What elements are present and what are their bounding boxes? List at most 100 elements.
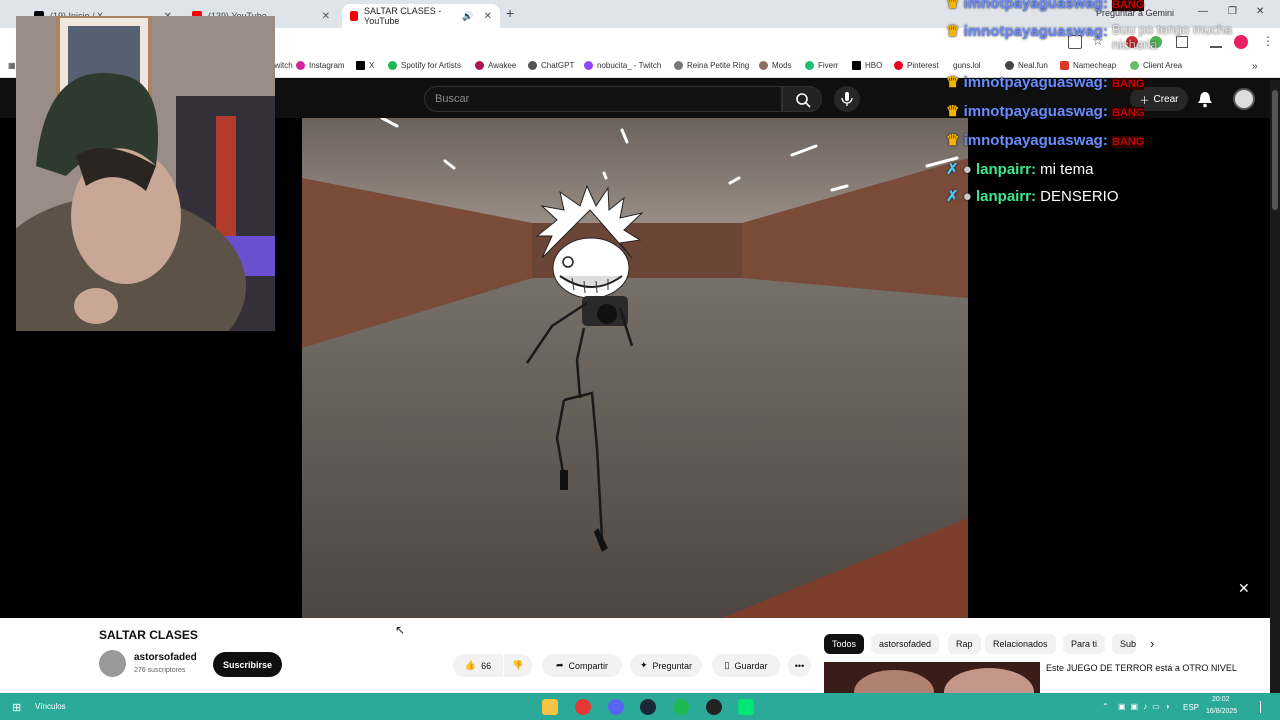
close-window-icon[interactable]: ✕	[1256, 6, 1264, 17]
bookmark-nobucita-twitch[interactable]: nobucita_ - Twitch	[584, 61, 661, 70]
chrome-icon[interactable]	[575, 699, 591, 715]
game-scene	[302, 118, 968, 618]
search-button[interactable]	[782, 86, 822, 112]
fiverr-icon	[805, 61, 814, 70]
chip-astorsofaded[interactable]: astorsofaded	[871, 634, 940, 654]
language-indicator[interactable]: ESP	[1183, 703, 1199, 712]
tray-icons[interactable]: ▣▣♪▭◑	[1118, 702, 1175, 711]
bookmark-instagram[interactable]: Instagram	[296, 61, 345, 70]
share-button[interactable]: ➦ Compartir	[542, 654, 622, 677]
recommended-title[interactable]: Este JUEGO DE TERROR está a OTRO NIVEL	[1046, 662, 1246, 675]
bookmark-pinterest[interactable]: Pinterest	[894, 61, 939, 70]
save-button[interactable]: ▯ Guardar	[712, 654, 780, 677]
chip-para-ti[interactable]: Para ti	[1063, 634, 1106, 654]
bookmark-x[interactable]: X	[356, 61, 374, 70]
clock-time[interactable]: 20:02	[1212, 696, 1230, 703]
bang-emote: BANG	[1112, 0, 1145, 11]
search-icon	[796, 93, 811, 108]
sparkle-icon: ✦	[639, 660, 648, 670]
chat-message: ♛ imnotpayaguaswag: BANG	[946, 74, 1145, 91]
create-label: Crear	[1153, 93, 1179, 105]
account-avatar[interactable]	[1233, 88, 1255, 110]
tray-chevron-icon[interactable]: ⌃	[1102, 702, 1109, 711]
instagram-icon	[296, 61, 305, 70]
subscriber-count: 276 suscriptores	[134, 667, 186, 674]
bookmark-neal-fun[interactable]: Neal.fun	[1005, 61, 1048, 70]
chip-relacionados[interactable]: Relacionados	[985, 634, 1056, 654]
like-button[interactable]: 👍 66	[453, 654, 503, 677]
spotify-icon	[388, 61, 397, 70]
crown-icon: ♛	[946, 103, 960, 120]
notifications-bell-icon[interactable]	[1197, 90, 1213, 113]
bookmark-mods[interactable]: Mods	[759, 61, 792, 70]
share-icon: ➦	[555, 660, 564, 670]
voice-search-button[interactable]	[834, 86, 860, 112]
windows-start-icon[interactable]: ⊞	[12, 701, 21, 714]
bookmark-client-area[interactable]: Client Area	[1130, 61, 1182, 70]
bookmark-namecheap[interactable]: Namecheap	[1060, 61, 1116, 70]
bookmark-spotify-artists[interactable]: Spotify for Artists	[388, 61, 461, 70]
video-title: SALTAR CLASES	[99, 628, 198, 642]
minimize-icon[interactable]: —	[1198, 6, 1208, 17]
more-dots-icon: •••	[794, 660, 805, 671]
bookmarks-overflow-icon[interactable]: »	[1252, 61, 1258, 72]
obs-icon[interactable]	[706, 699, 722, 715]
crown-icon: ♛	[946, 0, 960, 12]
chat-message: ♛ imnotpayaguaswag: BANG	[946, 0, 1145, 12]
vinculos-toolbar[interactable]: Vínculos	[35, 702, 66, 711]
spotify-icon[interactable]	[673, 699, 689, 715]
youtube-logo-icon	[350, 11, 359, 21]
channel-name[interactable]: astorsofaded	[134, 652, 197, 663]
speaker-icon[interactable]: 🔊	[462, 11, 473, 22]
chat-message: ✗ ● lanpairr: mi tema	[946, 161, 1094, 178]
close-icon[interactable]: ✕	[322, 11, 330, 22]
miniplayer-icon[interactable]: ✕	[1238, 580, 1250, 597]
bookmark-icon: ▯	[724, 660, 730, 670]
more-actions-button[interactable]: •••	[788, 654, 811, 677]
namecheap-icon	[1060, 61, 1069, 70]
maximize-icon[interactable]: ❐	[1228, 6, 1237, 17]
badge-icon: ●	[962, 161, 972, 178]
close-icon[interactable]: ✕	[484, 11, 492, 22]
scrollbar-thumb[interactable]	[1272, 90, 1278, 210]
tab-saltar-clases[interactable]: SALTAR CLASES - YouTube 🔊 ✕	[342, 4, 500, 28]
pinterest-icon	[894, 61, 903, 70]
green-app-icon[interactable]	[738, 699, 754, 715]
steam-icon[interactable]	[640, 699, 656, 715]
bookmark-hbo[interactable]: HBO	[852, 61, 882, 70]
search-input[interactable]: Buscar	[424, 86, 782, 112]
sword-icon: ✗	[946, 188, 959, 205]
chevron-right-icon[interactable]: ›	[1150, 636, 1154, 651]
mods-icon	[759, 61, 768, 70]
crown-icon: ♛	[946, 74, 960, 91]
file-explorer-icon[interactable]	[542, 699, 558, 715]
crown-icon: ♛	[946, 132, 960, 149]
bookmark-guns-lol[interactable]: guns.lol	[953, 61, 981, 70]
recommended-thumbnail[interactable]	[824, 662, 1040, 693]
apps-grid-icon[interactable]: ▦	[8, 61, 16, 70]
subscribe-button[interactable]: Suscribirse	[213, 652, 282, 677]
hbo-icon	[852, 61, 861, 70]
webcam-overlay	[16, 16, 275, 331]
bookmark-fiverr[interactable]: Fiverr	[805, 61, 838, 70]
show-desktop-button[interactable]	[1260, 701, 1270, 713]
bookmark-reina-petite-ring[interactable]: Reina Petite Ring	[674, 61, 749, 70]
dislike-button[interactable]: 👎	[504, 654, 532, 677]
ask-button[interactable]: ✦ Preguntar	[630, 654, 702, 677]
discord-icon[interactable]	[608, 699, 624, 715]
chip-rap[interactable]: Rap	[948, 634, 981, 654]
clock-date[interactable]: 16/8/2025	[1206, 708, 1237, 715]
new-tab-button[interactable]: +	[506, 5, 514, 21]
video-frame[interactable]	[302, 118, 968, 618]
page-scrollbar[interactable]	[1270, 80, 1280, 693]
chip-sub[interactable]: Sub	[1112, 634, 1136, 654]
channel-avatar[interactable]	[99, 650, 126, 677]
chat-message: ✗ ● lanpairr: DENSERIO	[946, 188, 1119, 205]
bookmark-awakee[interactable]: Awakee	[475, 61, 516, 70]
chip-todos[interactable]: Todos	[824, 634, 865, 654]
x-logo-icon	[356, 61, 365, 70]
chat-message: ♛ imnotpayaguaswag: Buu po tengo mucha n…	[946, 22, 1232, 52]
menu-dots-icon[interactable]: ⋮	[1262, 34, 1274, 48]
bang-emote: BANG	[1112, 107, 1145, 119]
bookmark-chatgpt[interactable]: ChatGPT	[528, 61, 574, 70]
